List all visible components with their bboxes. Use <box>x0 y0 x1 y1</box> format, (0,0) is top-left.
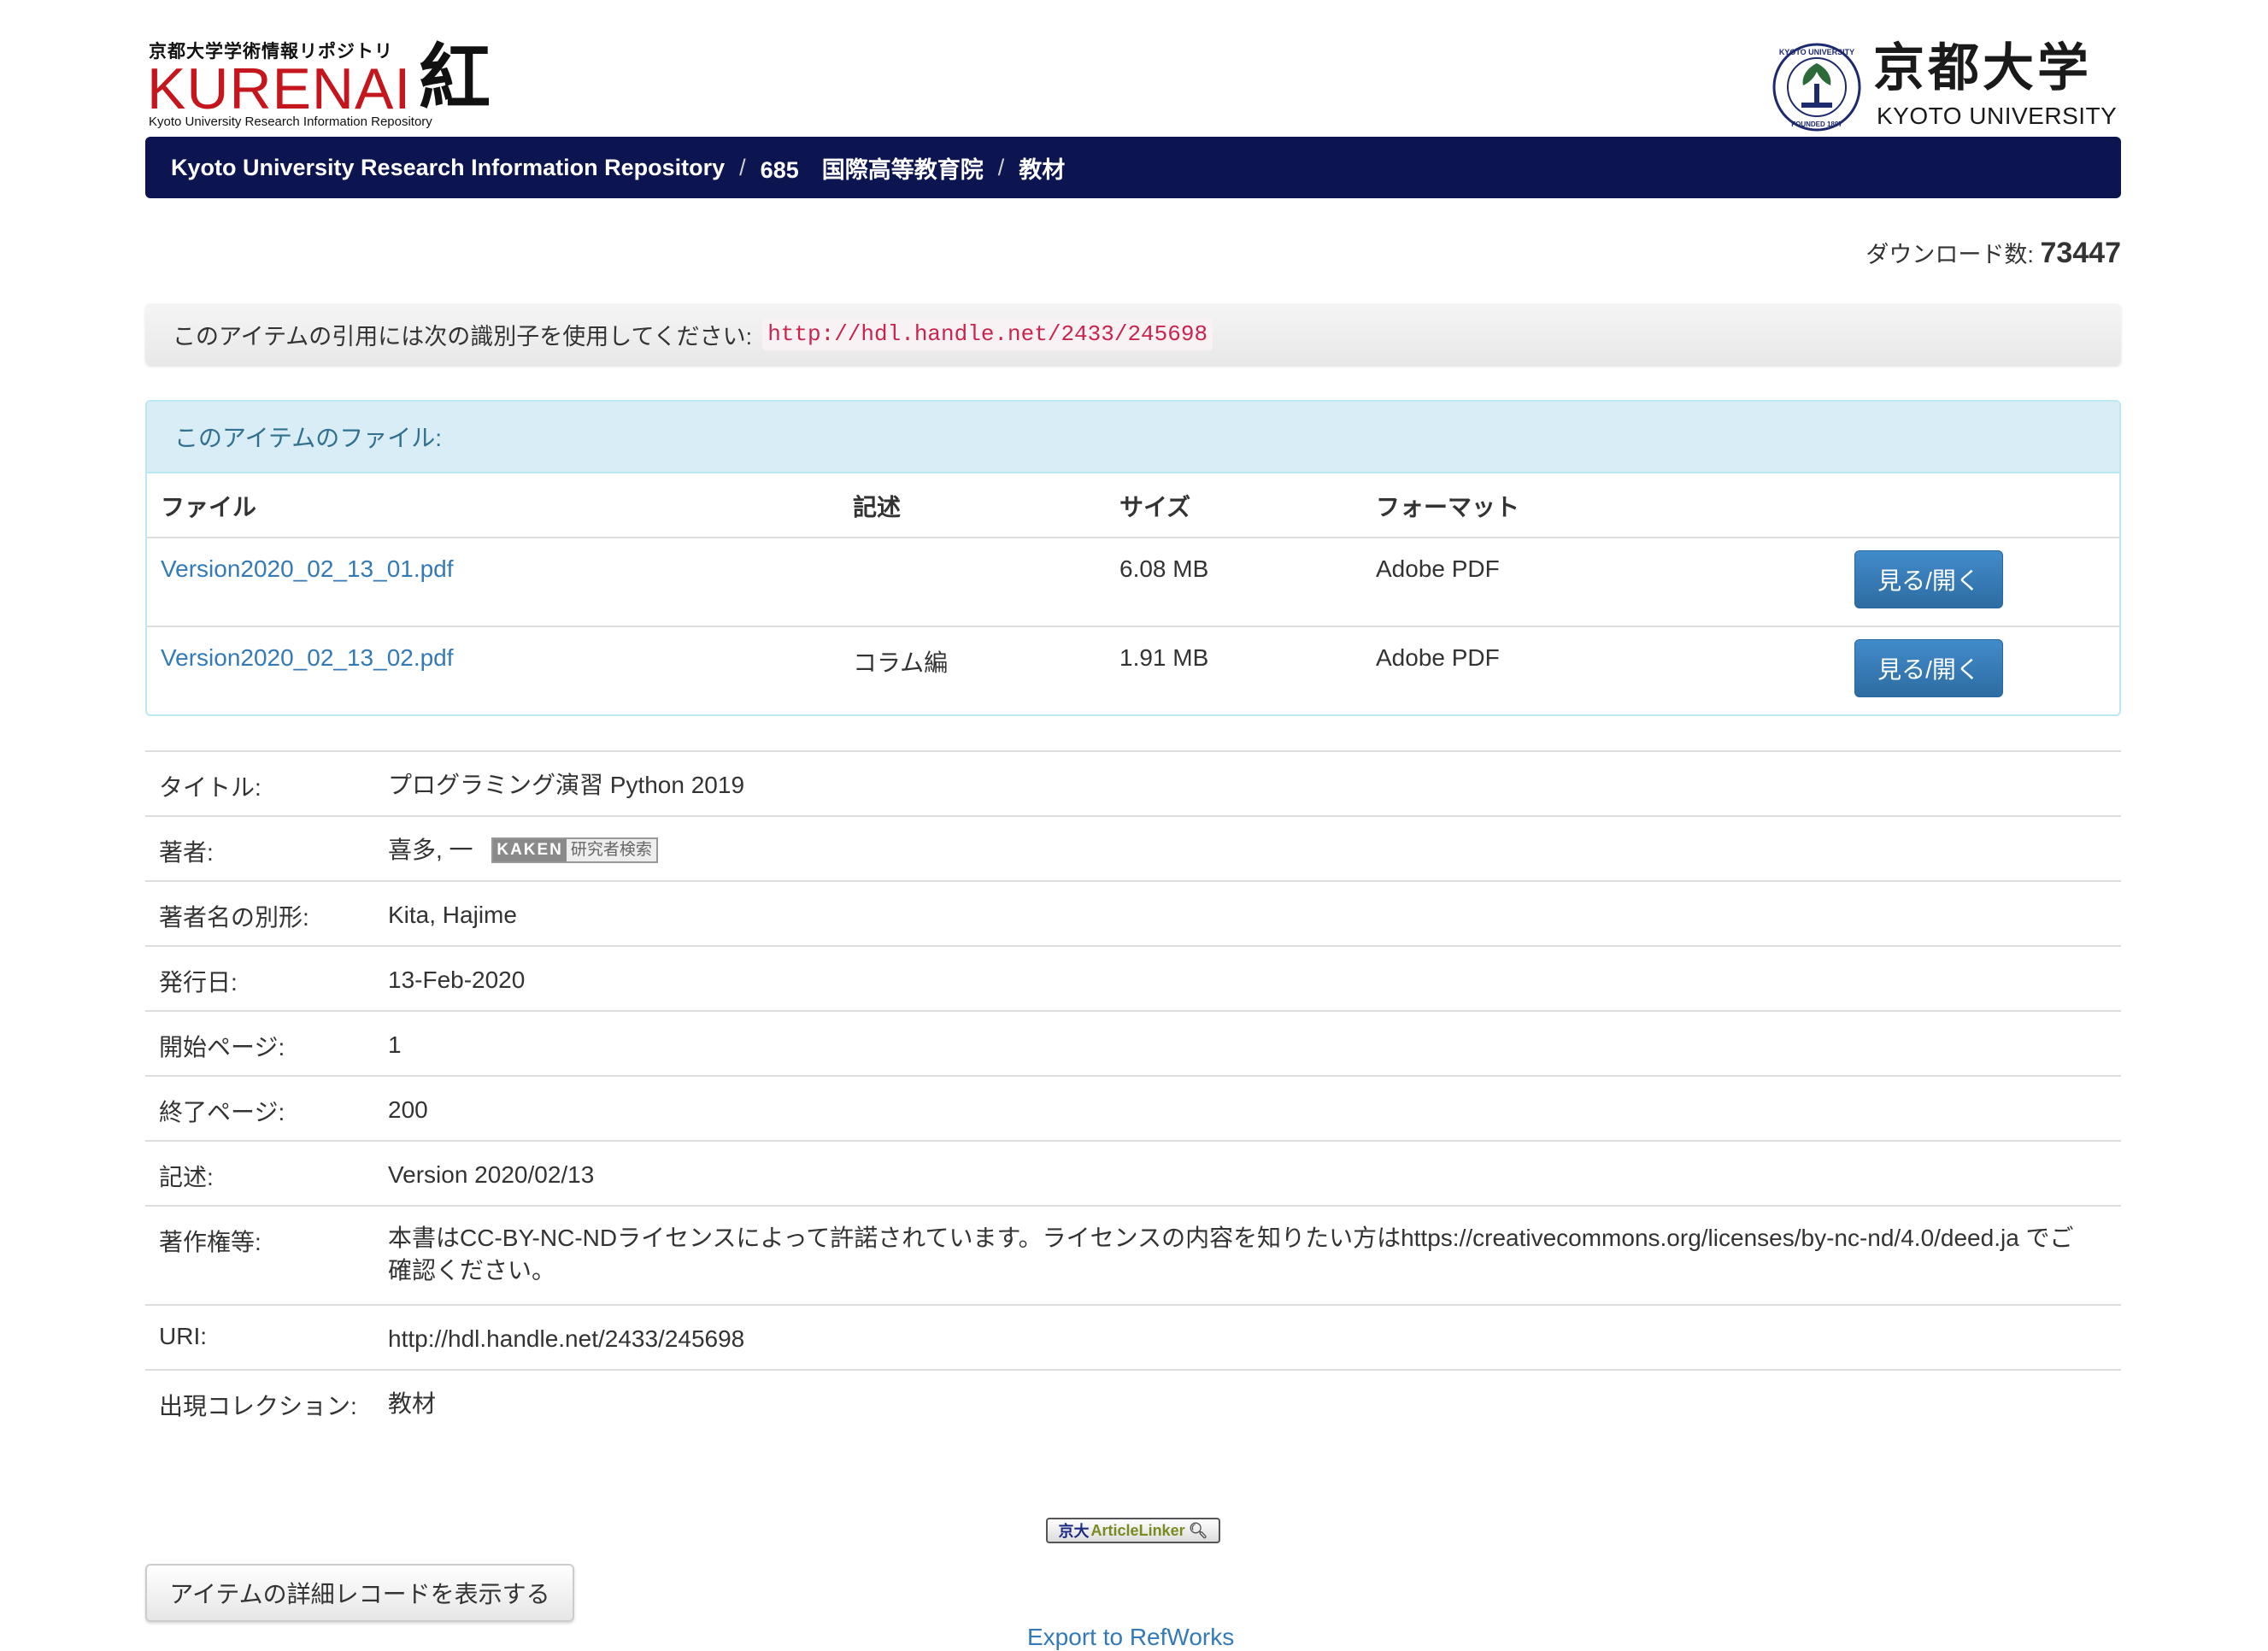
metadata-value: Version 2020/02/13 <box>388 1161 595 1188</box>
article-linker-part1: 京大 <box>1058 1523 1090 1540</box>
metadata-label: URI: <box>159 1323 207 1349</box>
files-panel: このアイテムのファイル: ファイル 記述 サイズ フォーマット Version2… <box>145 400 2121 716</box>
metadata-row-title: タイトル: プログラミング演習 Python 2019 <box>145 750 2121 815</box>
article-linker-part2: ArticleLinker <box>1090 1521 1185 1539</box>
metadata-label: 開始ページ: <box>159 1034 285 1061</box>
file-size: 6.08 MB <box>1119 555 1209 582</box>
kaken-badge-right: 研究者検索 <box>566 838 656 861</box>
metadata-label: 記述: <box>159 1164 214 1190</box>
metadata-label: 発行日: <box>159 969 238 996</box>
university-seal-icon: KYOTO UNIVERSITY FOUNDED 1897 <box>1772 43 1861 132</box>
metadata-row-end-page: 終了ページ: 200 <box>145 1075 2121 1140</box>
logo-subtitle-en: Kyoto University Research Information Re… <box>149 115 432 129</box>
file-description: コラム編 <box>853 649 949 676</box>
metadata-value: 200 <box>388 1096 428 1123</box>
article-linker-badge[interactable]: 京大 ArticleLinker 🔍︎ <box>1046 1518 1220 1543</box>
metadata-row-issued: 発行日: 13-Feb-2020 <box>145 945 2121 1010</box>
uri-link[interactable]: http://hdl.handle.net/2433/245698 <box>388 1323 2097 1355</box>
breadcrumb-item-collection[interactable]: 教材 <box>1019 151 1065 185</box>
file-link[interactable]: Version2020_02_13_01.pdf <box>161 555 454 583</box>
magnifier-icon: 🔍︎ <box>1188 1521 1208 1539</box>
breadcrumb-item-community[interactable]: 685 国際高等教育院 <box>761 151 984 185</box>
breadcrumb-separator: / <box>997 154 1005 180</box>
collection-link[interactable]: 教材 <box>388 1388 2097 1420</box>
files-table: ファイル 記述 サイズ フォーマット Version2020_02_13_01.… <box>147 473 2119 714</box>
metadata-label: 終了ページ: <box>159 1099 285 1125</box>
author-name: 喜多, 一 <box>388 837 473 863</box>
university-name-jp: 京都大学 <box>1873 38 2092 98</box>
metadata-row-rights: 著作権等: 本書はCC-BY-NC-NDライセンスによって許諾されています。ライ… <box>145 1205 2121 1304</box>
download-count-value: 73447 <box>2040 237 2121 269</box>
file-size: 1.91 MB <box>1119 644 1209 671</box>
view-open-button[interactable]: 見る/開く <box>1854 550 2003 608</box>
seal-text-top: KYOTO UNIVERSITY <box>1779 48 1854 56</box>
metadata-label: 著者: <box>159 839 214 866</box>
breadcrumb: Kyoto University Research Information Re… <box>145 137 2121 198</box>
metadata-label: 出現コレクション: <box>159 1393 357 1419</box>
breadcrumb-separator: / <box>739 154 746 180</box>
download-count: ダウンロード数: 73447 <box>1866 236 2121 270</box>
column-header-format: フォーマット <box>1376 494 1520 520</box>
metadata-row-description: 記述: Version 2020/02/13 <box>145 1140 2121 1205</box>
metadata-value: 本書はCC-BY-NC-NDライセンスによって許諾されています。ライセンスの内容… <box>388 1225 2074 1284</box>
page: 京都大学学術情報リポジトリ KURENAI 紅 Kyoto University… <box>145 0 2121 1650</box>
file-format: Adobe PDF <box>1376 555 1500 582</box>
kurenai-logo[interactable]: 京都大学学術情報リポジトリ KURENAI 紅 Kyoto University… <box>147 35 491 132</box>
metadata-value: プログラミング演習 Python 2019 <box>388 772 745 798</box>
metadata-label: 著作権等: <box>159 1229 261 1255</box>
metadata-row-uri: URI: http://hdl.handle.net/2433/245698 <box>145 1304 2121 1369</box>
file-format: Adobe PDF <box>1376 644 1500 671</box>
files-panel-title: このアイテムのファイル: <box>147 402 2119 473</box>
metadata-value: Kita, Hajime <box>388 902 517 928</box>
metadata-row-collection: 出現コレクション: 教材 <box>145 1369 2121 1434</box>
kaken-researcher-search-badge[interactable]: KAKEN 研究者検索 <box>491 837 658 863</box>
metadata-row-author: 著者: 喜多, 一 KAKEN 研究者検索 <box>145 815 2121 880</box>
file-link[interactable]: Version2020_02_13_02.pdf <box>161 644 454 672</box>
seal-text-bottom: FOUNDED 1897 <box>1791 120 1842 128</box>
metadata-value: 喜多, 一 KAKEN 研究者検索 <box>388 834 2097 867</box>
metadata-value: 13-Feb-2020 <box>388 967 526 993</box>
citation-label: このアイテムの引用には次の識別子を使用してください: <box>173 323 753 350</box>
metadata-row-start-page: 開始ページ: 1 <box>145 1010 2121 1075</box>
university-name-en: KYOTO UNIVERSITY <box>1877 103 2118 129</box>
column-header-description: 記述 <box>853 494 902 520</box>
metadata-value: 1 <box>388 1031 402 1058</box>
kaken-badge-left: KAKEN <box>493 838 567 861</box>
kyoto-university-logo[interactable]: KYOTO UNIVERSITY FOUNDED 1897 京都大学 KYOTO… <box>1772 38 2121 133</box>
breadcrumb-item-repository[interactable]: Kyoto University Research Information Re… <box>171 155 725 181</box>
download-count-label: ダウンロード数: <box>1866 242 2034 267</box>
show-full-record-button[interactable]: アイテムの詳細レコードを表示する <box>145 1564 574 1622</box>
logo-kanji: 紅 <box>419 35 491 120</box>
citation-bar: このアイテムの引用には次の識別子を使用してください: http://hdl.ha… <box>145 303 2121 365</box>
metadata-table: タイトル: プログラミング演習 Python 2019 著者: 喜多, 一 KA… <box>145 750 2121 1434</box>
metadata-row-author-alt: 著者名の別形: Kita, Hajime <box>145 880 2121 945</box>
metadata-label: 著者名の別形: <box>159 904 309 931</box>
column-header-file: ファイル <box>161 494 257 520</box>
files-table-header: ファイル 記述 サイズ フォーマット <box>147 473 2119 537</box>
logo-wordmark: KURENAI <box>147 56 412 121</box>
metadata-label: タイトル: <box>159 774 261 801</box>
view-open-button[interactable]: 見る/開く <box>1854 639 2003 697</box>
column-header-size: サイズ <box>1119 494 1191 520</box>
export-refworks-link[interactable]: Export to RefWorks <box>1027 1624 1234 1651</box>
file-row: Version2020_02_13_02.pdf コラム編 1.91 MB Ad… <box>147 626 2119 714</box>
citation-handle: http://hdl.handle.net/2433/245698 <box>762 318 1213 350</box>
file-row: Version2020_02_13_01.pdf 6.08 MB Adobe P… <box>147 537 2119 626</box>
